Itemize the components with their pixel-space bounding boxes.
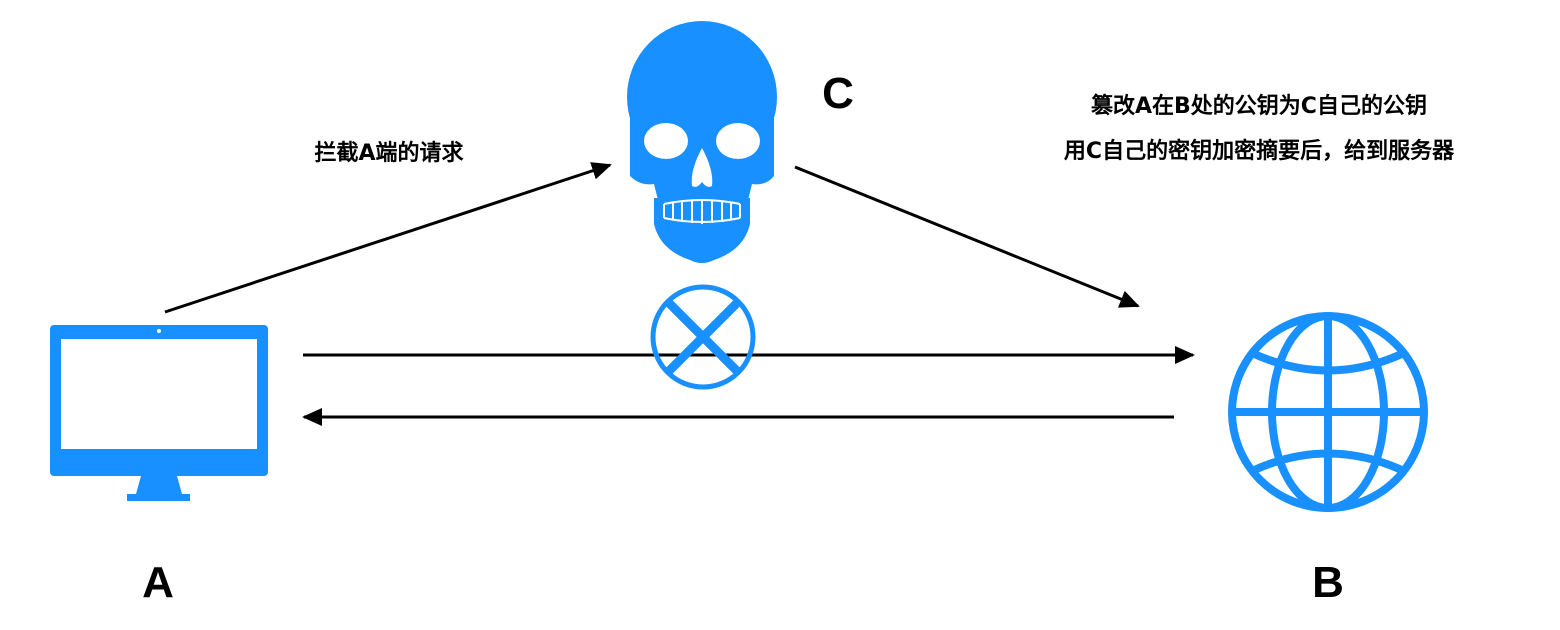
forward-label-line2: 用C自己的密钥加密摘要后，给到服务器 [1064, 138, 1455, 164]
blocked-x-icon [650, 284, 756, 390]
intercept-label: 拦截A端的请求 [314, 140, 463, 166]
node-label-b: B [1312, 558, 1344, 607]
globe-icon [1228, 312, 1428, 512]
node-label-a: A [142, 558, 174, 607]
skull-icon [627, 21, 777, 263]
monitor-icon [50, 325, 268, 501]
mitm-diagram: A B C 拦截A端的请求 篡改A在B处的公钥为C自己的公钥 用C自己的密钥加密… [50, 21, 1455, 607]
forward-label-line1: 篡改A在B处的公钥为C自己的公钥 [1091, 93, 1427, 119]
arrow-a-to-c [164, 162, 612, 314]
arrow-c-to-b [794, 165, 1140, 308]
node-label-c: C [822, 69, 854, 118]
